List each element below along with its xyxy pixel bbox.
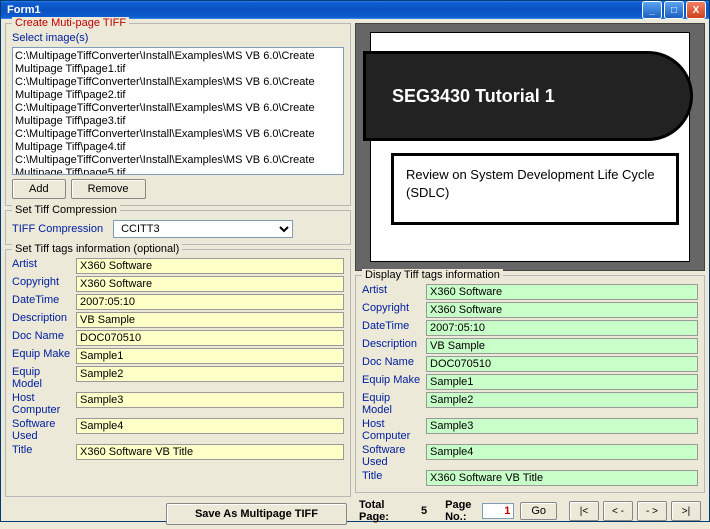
tag-display-equipmodel: Sample2 — [426, 392, 698, 408]
slide-heading: SEG3430 Tutorial 1 — [363, 51, 693, 141]
tag-label-docname: Doc Name — [12, 330, 72, 346]
compression-group: Set Tiff Compression TIFF Compression CC… — [5, 210, 351, 245]
last-page-button[interactable]: >| — [671, 501, 701, 521]
right-column: SEG3430 Tutorial 1 Review on System Deve… — [355, 23, 705, 525]
tag-input-artist[interactable] — [76, 258, 344, 274]
left-column: Create Muti-page TIFF Select image(s) C:… — [5, 23, 351, 525]
tag-display-artist: X360 Software — [426, 284, 698, 300]
compression-select[interactable]: CCITT3 — [113, 220, 293, 238]
tag-input-equipmodel[interactable] — [76, 366, 344, 382]
tag-display-title: X360 Software VB Title — [426, 470, 698, 486]
tag-display-docname: DOC070510 — [426, 356, 698, 372]
total-page-label: Total Page: — [359, 499, 395, 523]
next-page-button[interactable]: - > — [637, 501, 667, 521]
maximize-button[interactable]: □ — [664, 1, 684, 19]
minimize-button[interactable]: _ — [642, 1, 662, 19]
tag-label-equipmake: Equip Make — [12, 348, 72, 364]
tag-input-equipmake[interactable] — [76, 348, 344, 364]
select-images-label: Select image(s) — [12, 32, 344, 44]
tag-display-description: VB Sample — [426, 338, 698, 354]
list-item[interactable]: C:\MultipageTiffConverter\Install\Exampl… — [15, 76, 341, 102]
tag-label-artist: Artist — [12, 258, 72, 274]
tag-label-hostcomputer: Host Computer — [12, 392, 72, 416]
tag-display-hostcomputer: Sample3 — [426, 418, 698, 434]
set-tags-group: Set Tiff tags information (optional) Art… — [5, 249, 351, 497]
page-no-label: Page No.: — [445, 499, 476, 523]
pager-row: Total Page: 5 Page No.: Go |< < - - > >| — [355, 497, 705, 525]
total-page-value: 5 — [421, 505, 427, 517]
create-multipage-group: Create Muti-page TIFF Select image(s) C:… — [5, 23, 351, 206]
tag-input-datetime[interactable] — [76, 294, 344, 310]
preview-slide: SEG3430 Tutorial 1 Review on System Deve… — [370, 32, 690, 262]
window-title: Form1 — [7, 4, 642, 16]
first-page-button[interactable]: |< — [569, 501, 599, 521]
tag-dlabel-software: Software Used — [362, 444, 422, 468]
tag-dlabel-equipmodel: Equip Model — [362, 392, 422, 416]
list-item[interactable]: C:\MultipageTiffConverter\Install\Exampl… — [15, 50, 341, 76]
list-item[interactable]: C:\MultipageTiffConverter\Install\Exampl… — [15, 128, 341, 154]
nav-buttons: |< < - - > >| — [569, 501, 701, 521]
tag-input-description[interactable] — [76, 312, 344, 328]
close-button[interactable]: X — [686, 1, 706, 19]
compression-legend: Set Tiff Compression — [12, 204, 120, 216]
tag-label-software: Software Used — [12, 418, 72, 442]
client-area: Create Muti-page TIFF Select image(s) C:… — [1, 19, 709, 529]
tag-dlabel-equipmake: Equip Make — [362, 374, 422, 390]
file-buttons-row: Add Remove — [12, 179, 344, 199]
tag-display-copyright: X360 Software — [426, 302, 698, 318]
display-tags-group: Display Tiff tags information Artist X36… — [355, 275, 705, 493]
tag-label-datetime: DateTime — [12, 294, 72, 310]
add-button[interactable]: Add — [12, 179, 66, 199]
tag-dlabel-copyright: Copyright — [362, 302, 422, 318]
slide-body: Review on System Development Life Cycle … — [391, 153, 679, 225]
tag-input-title[interactable] — [76, 444, 344, 460]
save-row: Save As Multipage TIFF — [5, 501, 351, 525]
file-list[interactable]: C:\MultipageTiffConverter\Install\Exampl… — [12, 47, 344, 175]
image-preview[interactable]: SEG3430 Tutorial 1 Review on System Deve… — [355, 23, 705, 271]
tag-dlabel-docname: Doc Name — [362, 356, 422, 372]
remove-button[interactable]: Remove — [71, 179, 146, 199]
tag-display-datetime: 2007:05:10 — [426, 320, 698, 336]
list-item[interactable]: C:\MultipageTiffConverter\Install\Exampl… — [15, 102, 341, 128]
go-button[interactable]: Go — [520, 502, 557, 520]
tag-display-equipmake: Sample1 — [426, 374, 698, 390]
tag-dlabel-hostcomputer: Host Computer — [362, 418, 422, 442]
tag-dlabel-artist: Artist — [362, 284, 422, 300]
list-item[interactable]: C:\MultipageTiffConverter\Install\Exampl… — [15, 154, 341, 175]
tag-input-docname[interactable] — [76, 330, 344, 346]
tag-display-software: Sample4 — [426, 444, 698, 460]
create-legend: Create Muti-page TIFF — [12, 17, 129, 29]
tag-input-software[interactable] — [76, 418, 344, 434]
prev-page-button[interactable]: < - — [603, 501, 633, 521]
page-no-input[interactable] — [482, 503, 514, 519]
tag-input-copyright[interactable] — [76, 276, 344, 292]
tag-dlabel-description: Description — [362, 338, 422, 354]
app-window: Form1 _ □ X Create Muti-page TIFF Select… — [0, 0, 710, 522]
tag-label-copyright: Copyright — [12, 276, 72, 292]
tag-dlabel-datetime: DateTime — [362, 320, 422, 336]
display-tags-legend: Display Tiff tags information — [362, 269, 503, 281]
set-tags-legend: Set Tiff tags information (optional) — [12, 243, 182, 255]
compression-label: TIFF Compression — [12, 223, 103, 235]
tag-label-description: Description — [12, 312, 72, 328]
window-buttons: _ □ X — [642, 1, 706, 19]
tag-dlabel-title: Title — [362, 470, 422, 486]
tag-input-hostcomputer[interactable] — [76, 392, 344, 408]
tag-label-equipmodel: Equip Model — [12, 366, 72, 390]
tag-label-title: Title — [12, 444, 72, 460]
